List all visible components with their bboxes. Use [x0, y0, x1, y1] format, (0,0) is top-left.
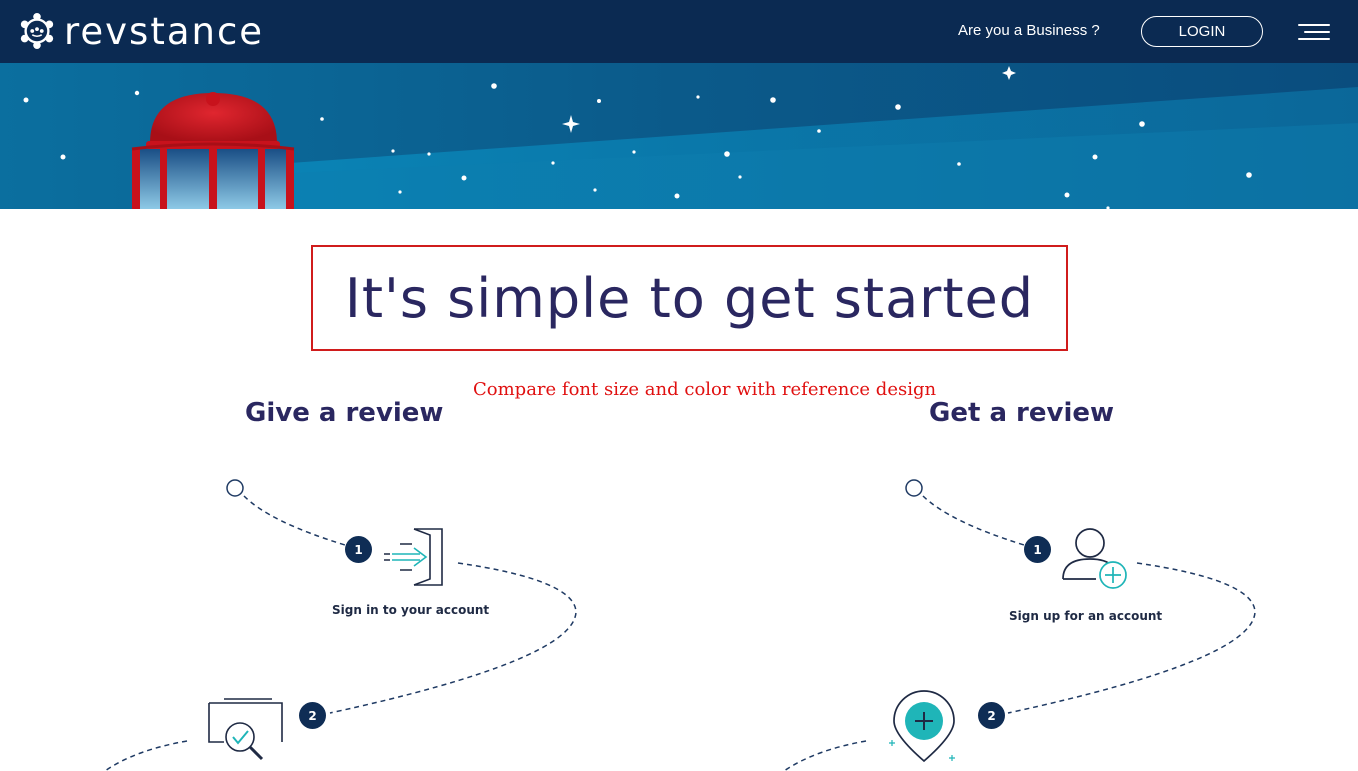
step-number-badge: 1	[1024, 536, 1051, 563]
steps-flow: 1 Sign in to your account 2 1 Sign up fo…	[0, 460, 1358, 771]
menu-hamburger-icon[interactable]	[1298, 22, 1330, 42]
step-number-badge: 2	[978, 702, 1005, 729]
add-location-pin-icon	[889, 690, 955, 763]
step-caption: Sign up for an account	[1009, 609, 1163, 623]
review-check-icon	[208, 698, 283, 761]
brand-name: revstance	[64, 9, 265, 53]
headline-container: It's simple to get started	[311, 245, 1068, 351]
design-review-note: Compare font size and color with referen…	[473, 379, 937, 400]
business-link[interactable]: Are you a Business ?	[958, 22, 1100, 39]
step-number-badge: 2	[299, 702, 326, 729]
add-user-icon	[1062, 528, 1127, 589]
brand-logo[interactable]: revstance	[18, 10, 264, 52]
step-caption: Sign in to your account	[332, 603, 490, 617]
give-review-title: Give a review	[245, 398, 444, 428]
hero-illustration	[0, 63, 1358, 209]
top-navigation-bar: revstance Are you a Business ? LOGIN	[0, 0, 1358, 63]
page-headline: It's simple to get started	[344, 266, 1035, 330]
step-number-badge: 1	[345, 536, 372, 563]
logo-molecule-icon	[20, 12, 54, 50]
get-review-title: Get a review	[929, 398, 1115, 428]
hero-banner	[0, 63, 1358, 209]
login-button[interactable]: LOGIN	[1141, 16, 1263, 47]
sign-in-icon	[384, 528, 443, 586]
